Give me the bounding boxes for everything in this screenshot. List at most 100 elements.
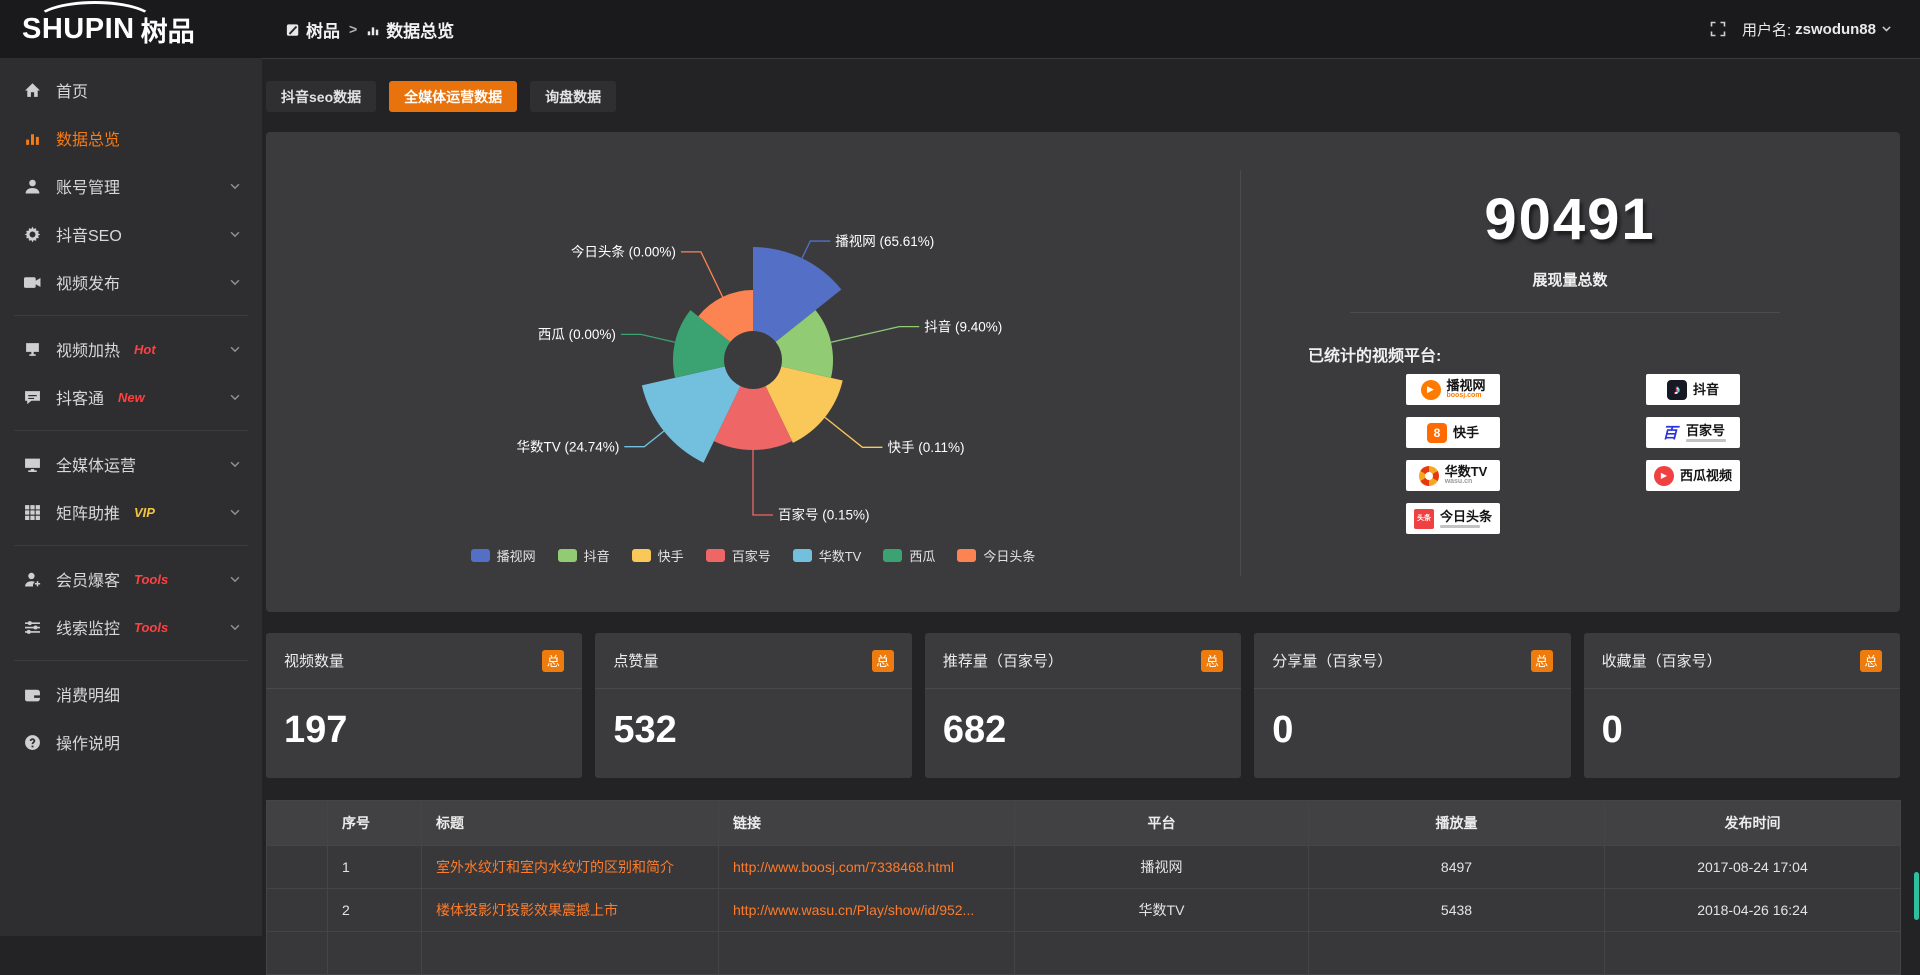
platform-badge-column-1: ▶播视网boosj.com8快手华数TVwasu.cn头条今日头条	[1406, 374, 1500, 534]
sidebar-divider	[14, 545, 248, 546]
cell-title-link[interactable]: 楼体投影灯投影效果震撼上市	[422, 889, 719, 932]
breadcrumb-label: 树品	[306, 17, 340, 42]
sidebar-item[interactable]: 抖音SEO	[0, 210, 262, 258]
dashboard-icon	[286, 22, 300, 36]
legend-label: 抖音	[584, 546, 610, 565]
grid-icon	[24, 504, 41, 521]
pie-label-line	[802, 241, 830, 258]
sidebar-divider	[14, 315, 248, 316]
total-badge: 总	[1860, 650, 1882, 672]
tab-全媒体运营数据[interactable]: 全媒体运营数据	[389, 81, 517, 112]
sidebar-item-label: 首页	[56, 78, 88, 102]
pie-label: 华数TV (24.74%)	[517, 439, 620, 454]
sidebar-item[interactable]: 全媒体运营	[0, 440, 262, 488]
xigua-logo-icon: ▶	[1654, 466, 1674, 486]
sidebar-item[interactable]: 视频发布	[0, 258, 262, 306]
boosj-logo-icon: ▶	[1421, 380, 1441, 400]
toutiao-logo-icon: 头条	[1414, 509, 1434, 529]
total-badge: 总	[872, 650, 894, 672]
gear-icon	[24, 226, 41, 243]
sidebar-item[interactable]: 账号管理	[0, 162, 262, 210]
pie-slice[interactable]	[642, 366, 741, 462]
stat-card: 视频数量总197	[266, 633, 582, 778]
topbar-right: 用户名: zswodun88	[1710, 19, 1920, 40]
stat-card: 分享量（百家号）总0	[1254, 633, 1570, 778]
cell-url-link[interactable]: http://www.boosj.com/7338468.html	[719, 846, 1015, 889]
sidebar-item[interactable]: 线索监控Tools	[0, 603, 262, 651]
platform-name: 西瓜视频	[1680, 469, 1732, 482]
legend-item[interactable]: 西瓜	[883, 546, 935, 565]
stat-card-title: 点赞量	[613, 650, 658, 671]
kuaishou-logo-icon: 8	[1427, 423, 1447, 443]
legend-item[interactable]: 快手	[632, 546, 684, 565]
pie-label: 播视网 (65.61%)	[835, 234, 934, 249]
cell-url-link[interactable]: http://www.wasu.cn/Play/show/id/952...	[719, 889, 1015, 932]
sidebar-item[interactable]: 操作说明	[0, 718, 262, 766]
chevron-down-icon	[228, 275, 242, 289]
column-header: 平台	[1015, 801, 1309, 846]
platforms-label: 已统计的视频平台:	[1308, 342, 1441, 366]
table-row: 2楼体投影灯投影效果震撼上市http://www.wasu.cn/Play/sh…	[267, 889, 1901, 932]
legend-swatch	[793, 549, 812, 562]
stat-card-header: 视频数量总	[266, 633, 582, 689]
screen-icon	[24, 456, 41, 473]
cell-time: 2017-08-24 17:04	[1605, 846, 1901, 889]
chevron-down-icon	[1880, 22, 1894, 36]
stat-card-value: 532	[595, 689, 911, 752]
column-header: 发布时间	[1605, 801, 1901, 846]
platform-subtext: boosj.com	[1447, 392, 1482, 400]
cell-title-link[interactable]: 室外水纹灯和室内水纹灯的区别和简介	[422, 846, 719, 889]
platform-name: 播视网	[1447, 379, 1486, 392]
legend-swatch	[957, 549, 976, 562]
tab-抖音seo数据[interactable]: 抖音seo数据	[266, 81, 376, 112]
table-row: 1室外水纹灯和室内水纹灯的区别和简介http://www.boosj.com/7…	[267, 846, 1901, 889]
sidebar-item[interactable]: 首页	[0, 66, 262, 114]
douyin-logo-icon: ♪	[1667, 380, 1687, 400]
username-prefix: 用户名:	[1742, 19, 1791, 40]
sidebar-item[interactable]: 会员爆客Tools	[0, 555, 262, 603]
legend-item[interactable]: 百家号	[706, 546, 771, 565]
stat-card: 推荐量（百家号）总682	[925, 633, 1241, 778]
sliders-icon	[24, 619, 41, 636]
stat-card-title: 推荐量（百家号）	[943, 650, 1063, 671]
platform-badge: ♪抖音	[1646, 374, 1740, 405]
tab-询盘数据[interactable]: 询盘数据	[530, 81, 616, 112]
user-menu[interactable]: 用户名: zswodun88	[1742, 19, 1894, 40]
pie-label-line	[753, 450, 773, 515]
cell-no: 1	[328, 846, 422, 889]
pie-label-line	[831, 327, 919, 343]
legend-label: 今日头条	[983, 546, 1035, 565]
sidebar-item[interactable]: 数据总览	[0, 114, 262, 162]
sidebar-item[interactable]: 视频加热Hot	[0, 325, 262, 373]
stat-card-header: 点赞量 总	[595, 633, 911, 689]
platform-badge: 8快手	[1406, 417, 1500, 448]
legend-item[interactable]: 华数TV	[793, 546, 862, 565]
bar-chart-icon	[366, 22, 380, 36]
sidebar-item-label: 矩阵助推	[56, 500, 120, 524]
column-header: 标题	[422, 801, 719, 846]
legend-item[interactable]: 抖音	[558, 546, 610, 565]
legend-item[interactable]: 播视网	[471, 546, 536, 565]
breadcrumb-item-current[interactable]: 数据总览	[366, 17, 454, 42]
app: SHUPIN 树品 树品 > 数据总览 用户名: zswodun88 首页数据总…	[0, 0, 1920, 936]
breadcrumb-item-home[interactable]: 树品	[286, 17, 340, 42]
stat-card-title: 视频数量	[284, 650, 344, 671]
overview-panel: 播视网 (65.61%)抖音 (9.40%)快手 (0.11%)百家号 (0.1…	[266, 132, 1900, 612]
sidebar-item[interactable]: 矩阵助推VIP	[0, 488, 262, 536]
fullscreen-icon[interactable]	[1710, 21, 1726, 37]
stat-card-header: 分享量（百家号）总	[1254, 633, 1570, 689]
chevron-down-icon	[228, 620, 242, 634]
platform-badge: 头条今日头条	[1406, 503, 1500, 534]
total-impressions-value: 90491	[1240, 186, 1900, 253]
scrollbar-thumb[interactable]	[1914, 872, 1919, 920]
sidebar-item-label: 会员爆客	[56, 567, 120, 591]
chat-icon	[24, 389, 41, 406]
platform-badge: 百百家号	[1646, 417, 1740, 448]
stat-card-title: 收藏量（百家号）	[1602, 650, 1722, 671]
video-table: 序号标题链接平台播放量发布时间 1室外水纹灯和室内水纹灯的区别和简介http:/…	[266, 800, 1901, 975]
legend-item[interactable]: 今日头条	[957, 546, 1035, 565]
cell-platform: 华数TV	[1015, 889, 1309, 932]
stat-card-header: 收藏量（百家号） 总	[1584, 633, 1900, 689]
sidebar-item[interactable]: 抖客通New	[0, 373, 262, 421]
sidebar-item[interactable]: 消费明细	[0, 670, 262, 718]
